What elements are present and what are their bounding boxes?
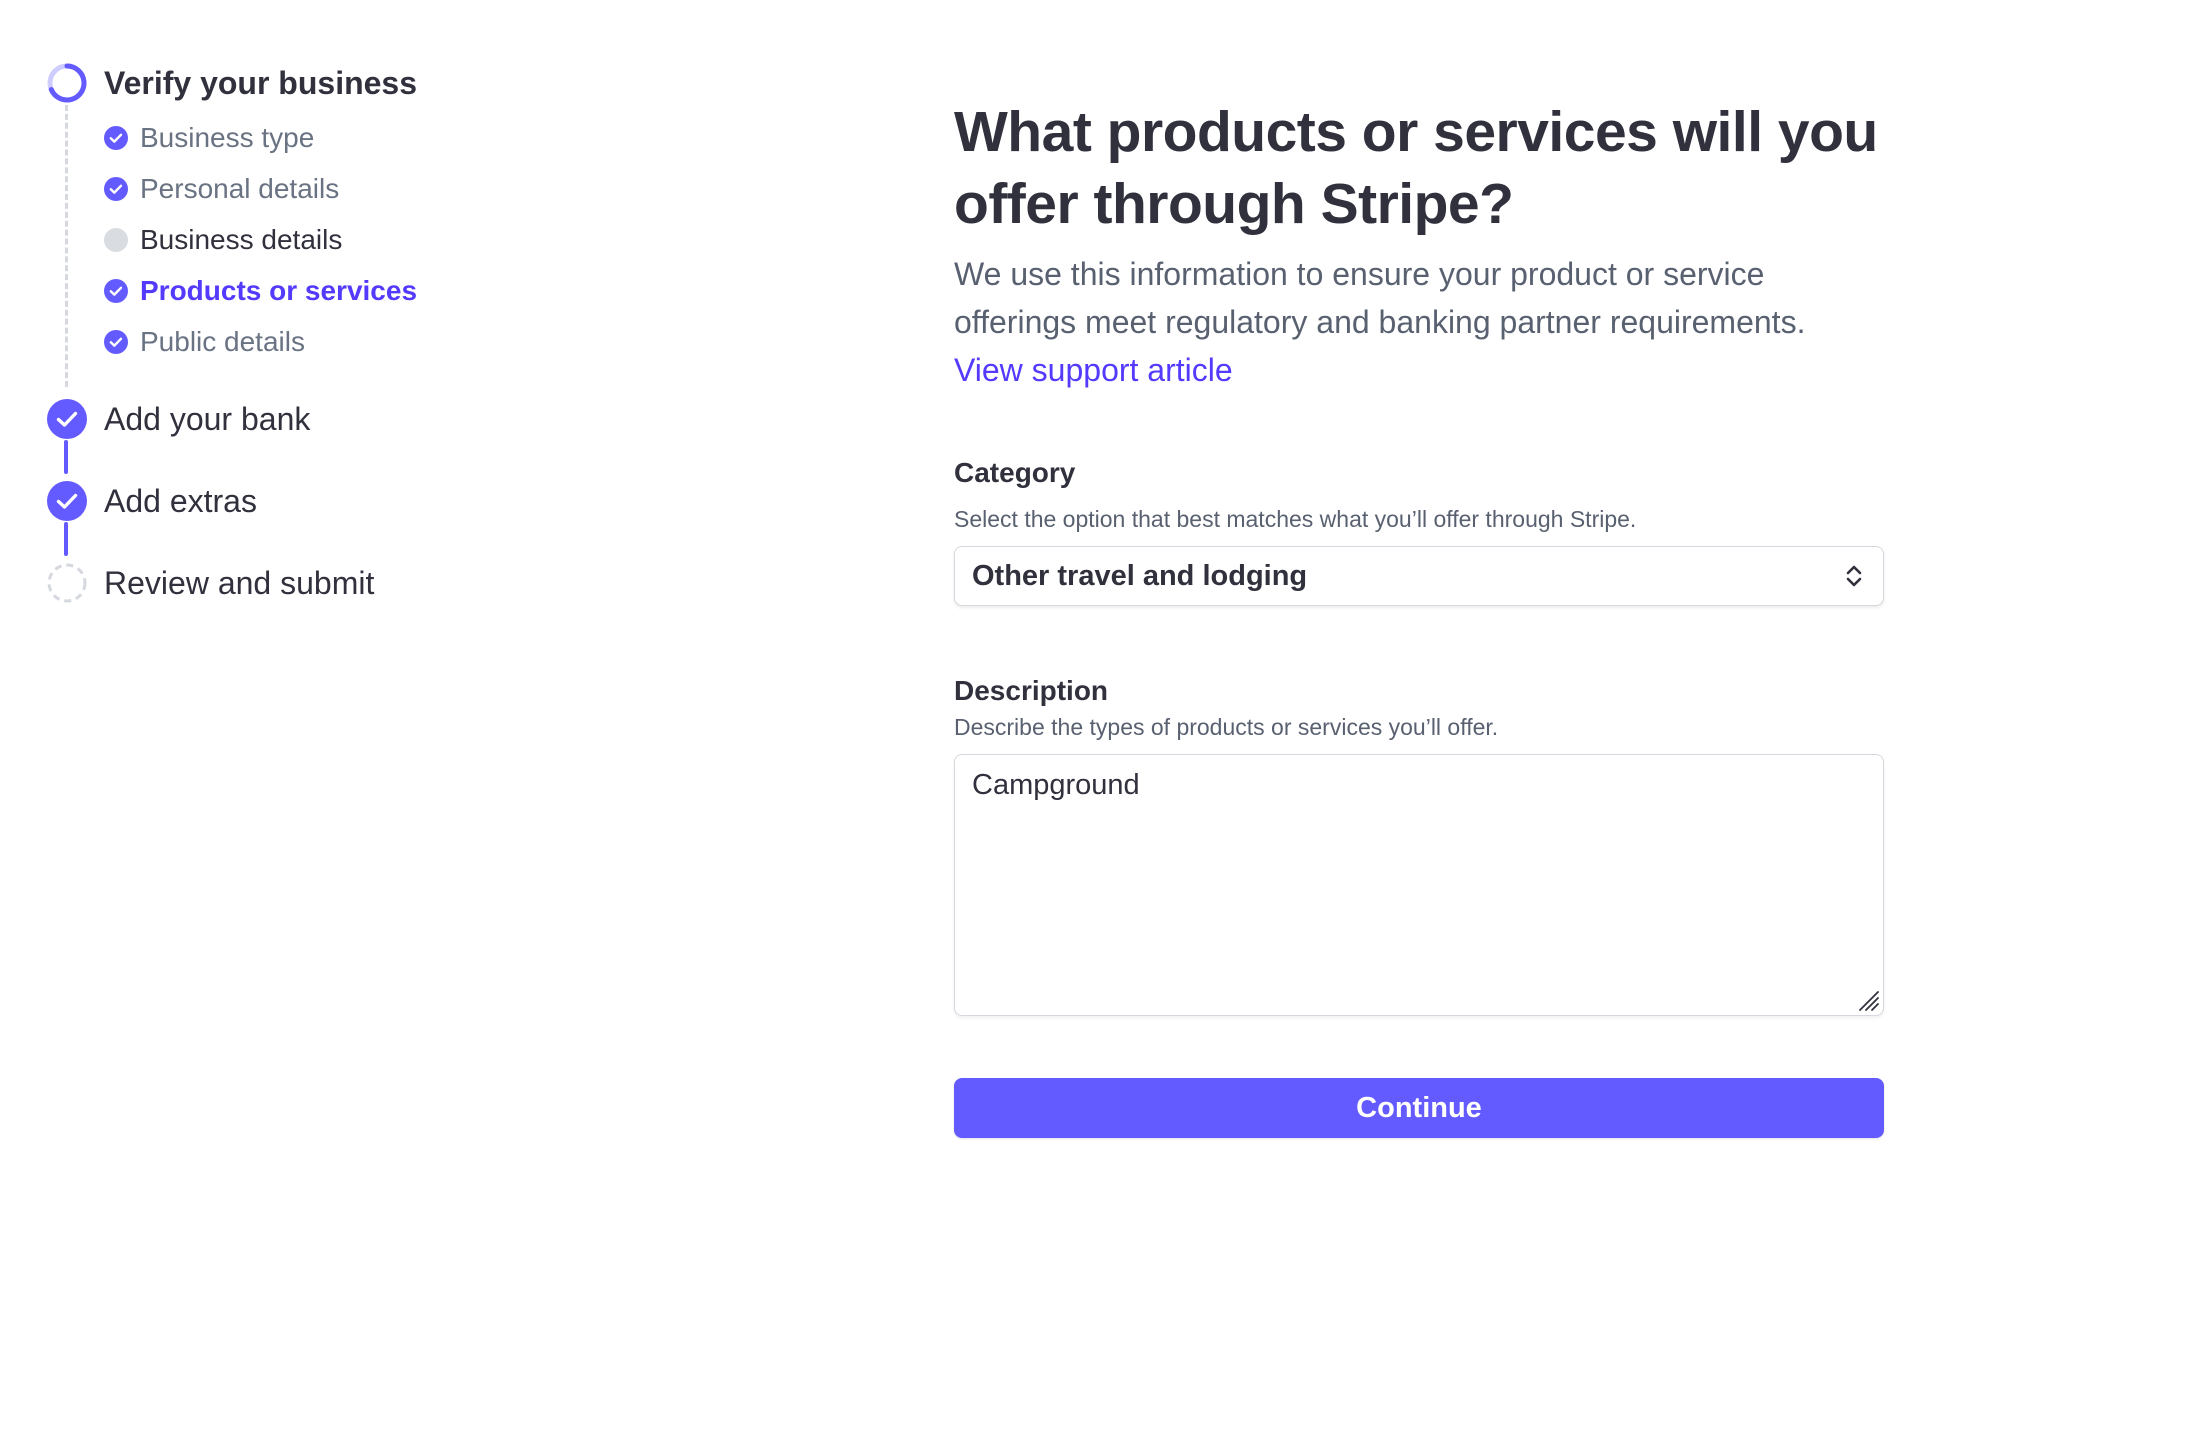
description-field-group: Description Describe the types of produc… <box>954 674 1884 1016</box>
check-circle-icon <box>104 177 128 201</box>
substep-business-type[interactable]: Business type <box>140 121 314 155</box>
category-help-text: Select the option that best matches what… <box>954 506 1637 532</box>
page-description: We use this information to ensure your p… <box>954 250 1884 394</box>
resize-handle-icon[interactable] <box>1855 987 1881 1013</box>
substep-products-services[interactable]: Products or services <box>140 274 417 308</box>
check-circle-icon <box>104 279 128 303</box>
step-add-bank[interactable]: Add your bank <box>104 399 310 439</box>
continue-button[interactable]: Continue <box>954 1078 1884 1138</box>
page-title: What products or services will you offer… <box>954 100 1878 236</box>
empty-circle-icon <box>104 228 128 252</box>
step-verify-business[interactable]: Verify your business <box>104 63 417 103</box>
progress-ring-icon <box>47 63 87 103</box>
category-field-group: Category Select the option that best mat… <box>954 456 1884 606</box>
step-connector-line <box>64 440 68 474</box>
substep-personal-details[interactable]: Personal details <box>140 172 339 206</box>
support-article-link[interactable]: View support article <box>954 346 1233 394</box>
description-textarea[interactable]: Campground <box>954 754 1884 1016</box>
products-services-form: What products or services will you offer… <box>954 96 1884 1138</box>
step-review-submit[interactable]: Review and submit <box>104 563 374 603</box>
category-select-value: Other travel and lodging <box>972 560 1308 592</box>
page-description-text: We use this information to ensure your p… <box>954 256 1806 340</box>
chevron-up-down-icon <box>1846 565 1862 587</box>
progress-sidebar: Verify your business Business type Perso… <box>0 0 700 700</box>
description-label: Description <box>954 675 1109 706</box>
substep-connector-line <box>65 105 68 387</box>
check-circle-icon <box>104 330 128 354</box>
step-add-extras[interactable]: Add extras <box>104 481 257 521</box>
substep-public-details[interactable]: Public details <box>140 325 305 359</box>
dashed-circle-icon <box>47 563 87 603</box>
category-select[interactable]: Other travel and lodging <box>954 546 1884 606</box>
check-circle-icon <box>104 126 128 150</box>
check-circle-icon <box>47 399 87 439</box>
check-circle-icon <box>47 481 87 521</box>
substep-business-details[interactable]: Business details <box>140 223 342 257</box>
description-textarea-value: Campground <box>972 769 1140 801</box>
step-connector-line <box>64 522 68 556</box>
description-help-text: Describe the types of products or servic… <box>954 714 1499 740</box>
category-label: Category <box>954 457 1076 488</box>
